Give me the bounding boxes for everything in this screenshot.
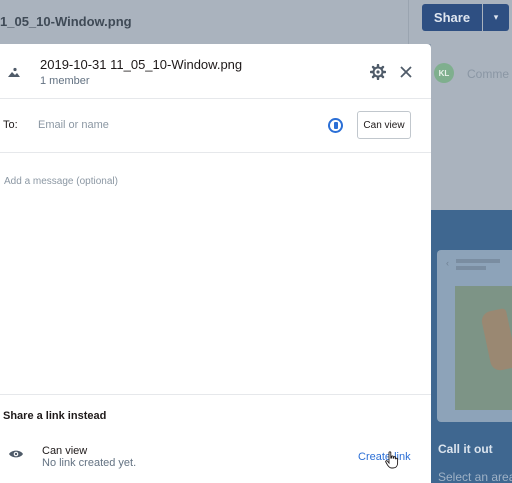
recipient-row: To: Can view [0, 99, 431, 153]
hand-cursor-icon [385, 451, 399, 469]
share-button[interactable]: Share [422, 4, 482, 31]
promo-subtitle: Select an area [438, 470, 512, 483]
message-input[interactable] [0, 154, 431, 394]
link-permission[interactable]: Can view [42, 445, 87, 457]
modal-header: 2019-10-31 11_05_10-Window.png 1 member [0, 44, 431, 99]
share-link-heading: Share a link instead [3, 410, 107, 422]
promo-placeholder-bar [456, 266, 486, 270]
close-icon[interactable] [398, 64, 414, 80]
modal-title: 2019-10-31 11_05_10-Window.png [40, 57, 243, 72]
topbar-divider [408, 0, 409, 44]
link-status: No link created yet. [42, 457, 137, 469]
avatar: KL [434, 63, 454, 83]
promo-title: Call it out [438, 442, 493, 456]
promo-placeholder-bar [456, 259, 500, 263]
eye-icon [9, 450, 23, 458]
image-file-icon [7, 65, 21, 79]
file-title: 1_05_10-Window.png [0, 14, 132, 29]
gear-icon[interactable] [370, 64, 386, 80]
recipient-input[interactable] [38, 116, 318, 134]
chevron-left-icon: ‹ [446, 258, 449, 268]
share-modal: 2019-10-31 11_05_10-Window.png 1 member … [0, 44, 431, 483]
password-manager-icon[interactable] [328, 118, 343, 133]
to-label: To: [3, 119, 18, 131]
comment-input-placeholder[interactable]: Comme [467, 67, 509, 81]
permission-dropdown[interactable]: Can view [357, 111, 411, 139]
share-link-section: Share a link instead Can view No link cr… [0, 394, 431, 483]
member-count[interactable]: 1 member [40, 75, 90, 87]
share-dropdown-button[interactable]: ▾ [483, 4, 509, 31]
